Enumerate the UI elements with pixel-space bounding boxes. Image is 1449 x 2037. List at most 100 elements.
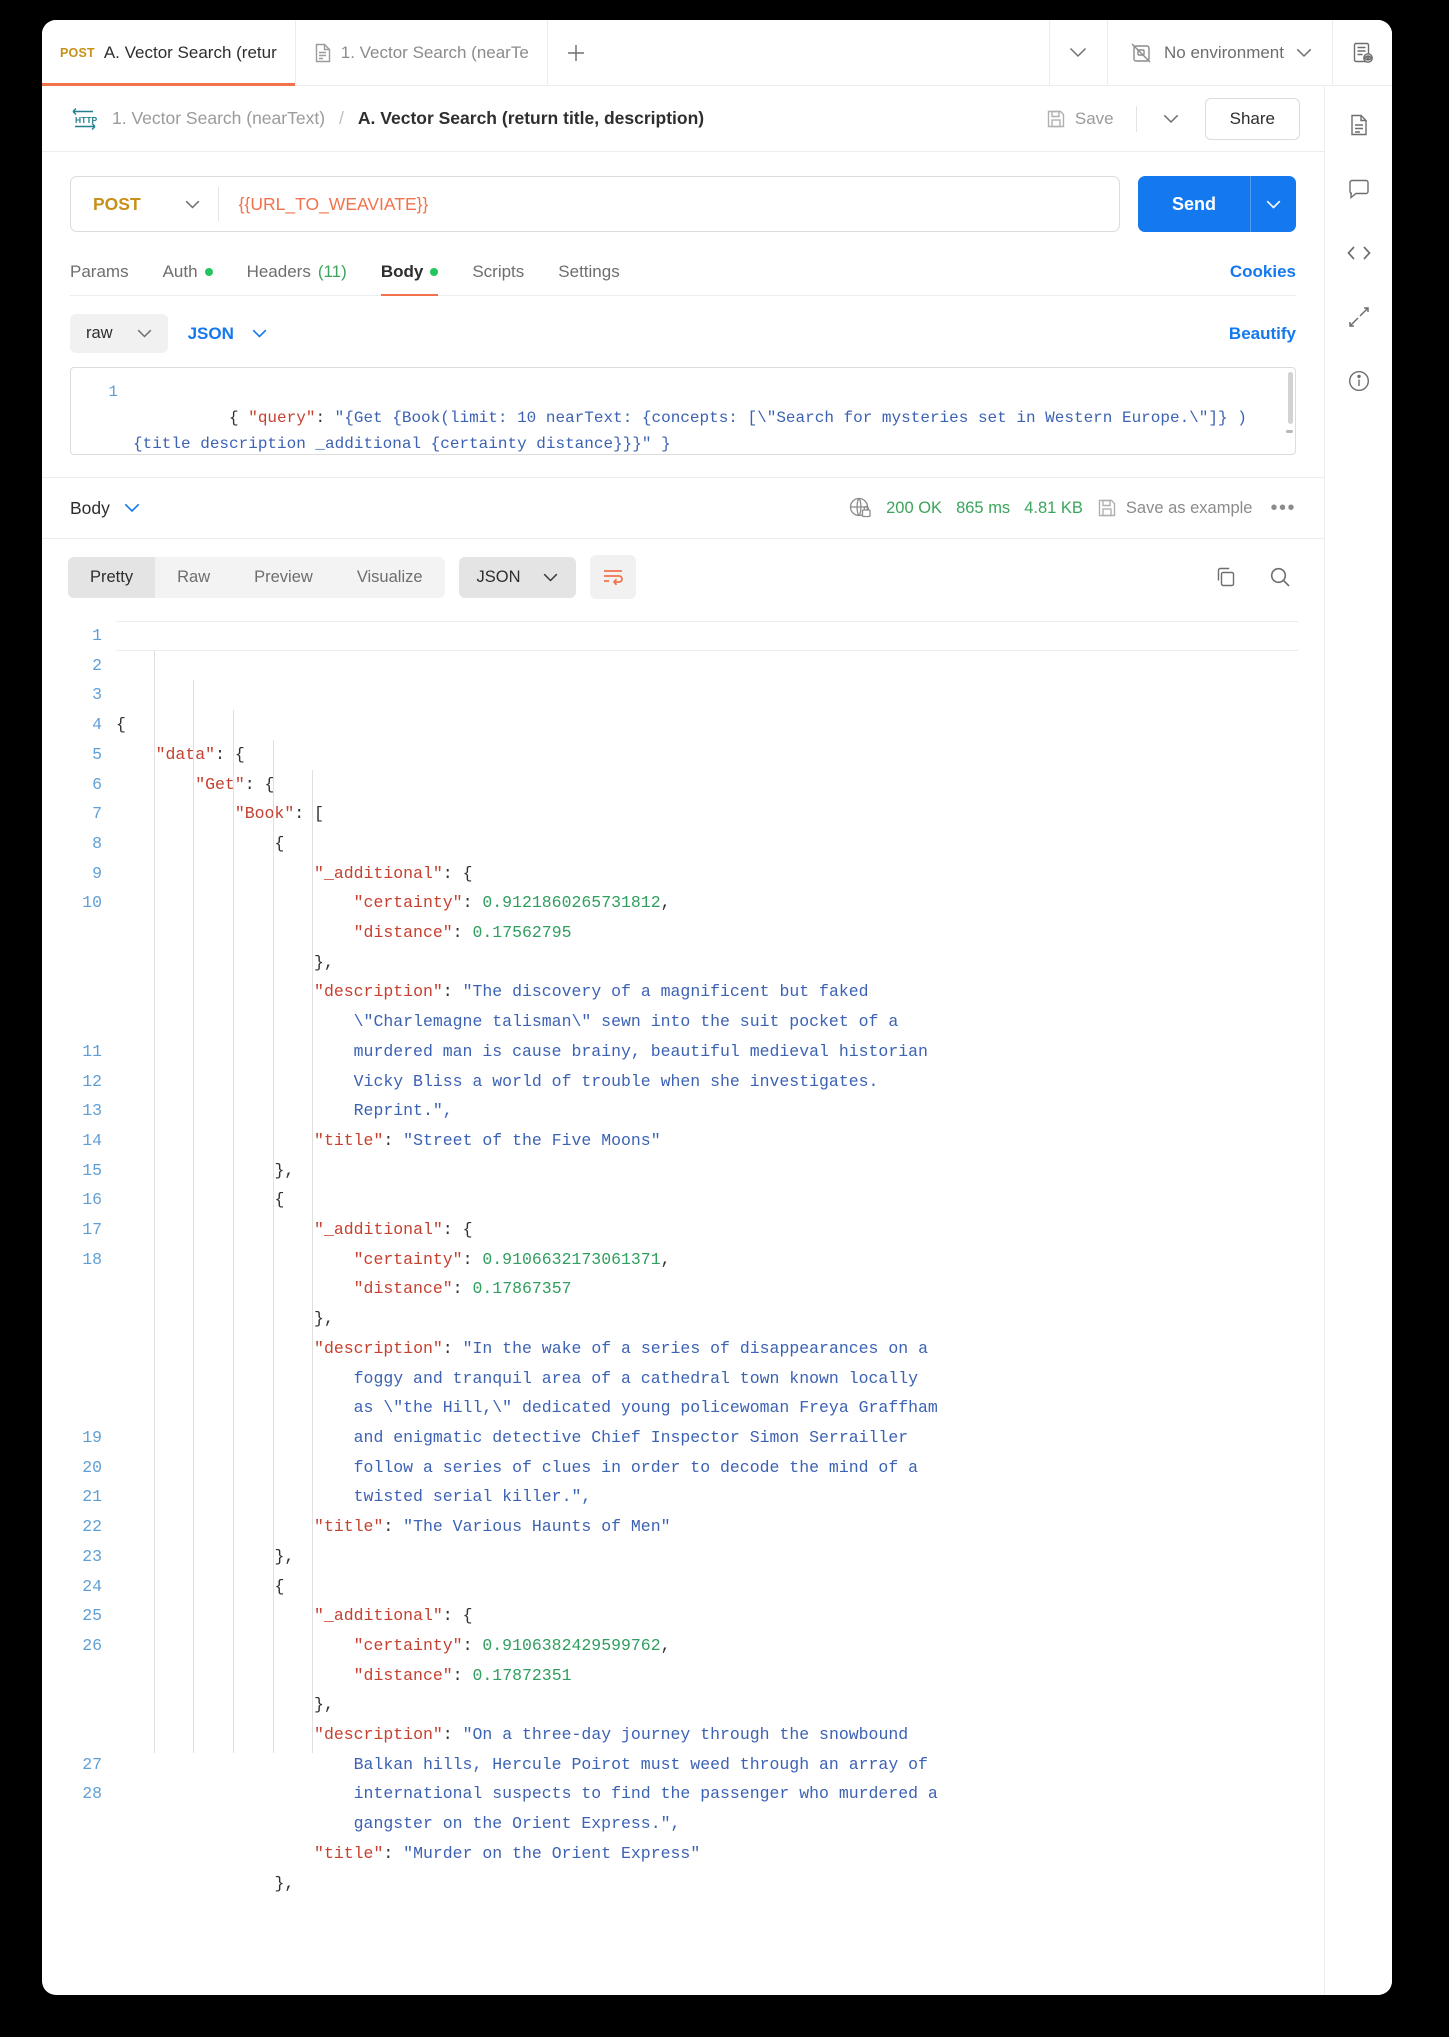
- tab-scripts[interactable]: Scripts: [455, 254, 541, 295]
- editor-vertical-scrollbar[interactable]: [1288, 372, 1293, 424]
- response-body-label: Body: [70, 497, 110, 518]
- cookies-link[interactable]: Cookies: [1230, 262, 1296, 287]
- secure-connection-icon: [848, 496, 872, 520]
- response-format-label: JSON: [476, 567, 521, 586]
- tab-params[interactable]: Params: [70, 254, 146, 295]
- breadcrumb-parent[interactable]: 1. Vector Search (nearText): [112, 108, 325, 129]
- view-tab-preview[interactable]: Preview: [232, 557, 335, 598]
- save-as-example-button[interactable]: Save as example: [1097, 498, 1252, 518]
- indent-guide: [272, 739, 274, 1753]
- response-format-caret-icon: [543, 573, 558, 582]
- response-json-viewer[interactable]: 1 2 3 4 5 6 7 8 9 10 11 12 13 14 15 16 17 18 19 20 21 22 23 2…: [42, 613, 1324, 1995]
- json-line-continuation: and enigmatic detective Chief Inspector …: [353, 1427, 909, 1447]
- send-options-caret-icon[interactable]: [1250, 176, 1296, 232]
- json-line: "_additional": {: [314, 1606, 473, 1626]
- tab-title: 1. Vector Search (nearTe: [340, 42, 529, 62]
- response-view-segment: Pretty Raw Preview Visualize: [68, 556, 445, 598]
- tab-headers[interactable]: Headers (11): [230, 254, 364, 295]
- method-label: POST: [93, 193, 141, 214]
- method-selector[interactable]: POST: [71, 177, 218, 231]
- json-line: "title": "Murder on the Orient Express": [314, 1843, 701, 1863]
- fork-icon[interactable]: [1342, 300, 1376, 334]
- tab-label: Auth: [162, 262, 198, 281]
- indent-guide: [193, 680, 195, 1753]
- json-line-continuation: murdered man is cause brainy, beautiful …: [353, 1041, 928, 1061]
- tab-label: Settings: [558, 262, 620, 281]
- json-line: "distance": 0.17872351: [353, 1665, 572, 1685]
- response-more-options-icon[interactable]: •••: [1266, 497, 1300, 520]
- comment-icon[interactable]: [1342, 172, 1376, 206]
- save-options-caret-icon[interactable]: [1151, 108, 1191, 130]
- share-button[interactable]: Share: [1204, 97, 1300, 140]
- copy-response-icon[interactable]: [1206, 557, 1246, 597]
- request-section-tabs: Params Auth Headers (11) Body Scripts Se…: [70, 254, 1296, 296]
- editor-tail: " }: [641, 435, 671, 453]
- body-mode-caret-icon: [137, 329, 152, 338]
- environment-quick-look-icon[interactable]: [1332, 20, 1392, 85]
- json-line: "certainty": 0.9106382429599762,: [353, 1635, 671, 1655]
- active-line-highlight: [116, 621, 1298, 651]
- send-button[interactable]: Send: [1138, 176, 1250, 232]
- tab-label: Params: [70, 262, 129, 281]
- new-tab-button[interactable]: [548, 20, 604, 85]
- json-line-numbers: 1 2 3 4 5 6 7 8 9 10 11 12 13 14 15 16 17 18 19 20 21 22 23 2…: [82, 626, 102, 1804]
- json-line: "description": "In the wake of a series …: [314, 1338, 928, 1358]
- tabstrip-spacer: [604, 20, 1049, 85]
- json-line: "_additional": {: [314, 1220, 473, 1240]
- headers-count: (11): [317, 262, 347, 281]
- json-line-continuation: Balkan hills, Hercule Poirot must weed t…: [353, 1754, 928, 1774]
- view-tab-visualize[interactable]: Visualize: [335, 557, 445, 598]
- response-size: 4.81 KB: [1024, 498, 1083, 517]
- tab-label: Body: [380, 262, 424, 281]
- json-line: },: [314, 952, 334, 972]
- send-group: Send: [1137, 176, 1296, 232]
- tabstrip-overflow-caret-icon[interactable]: [1048, 20, 1107, 85]
- tab-label: Headers: [246, 262, 311, 281]
- beautify-button[interactable]: Beautify: [1229, 324, 1296, 344]
- save-disk-icon: [1097, 498, 1117, 518]
- body-mode-selector[interactable]: raw: [70, 314, 168, 353]
- json-line: "title": "Street of the Five Moons": [314, 1130, 661, 1150]
- json-line: "Book": [: [234, 804, 324, 824]
- collection-doc-icon[interactable]: [1342, 108, 1376, 142]
- tab-method-label: POST: [60, 45, 95, 60]
- response-body-caret-icon[interactable]: [124, 503, 140, 513]
- search-response-icon[interactable]: [1260, 557, 1300, 597]
- json-line: "title": "The Various Haunts of Men": [314, 1517, 671, 1537]
- json-line: "certainty": 0.9121860265731812,: [353, 893, 671, 913]
- tab-body[interactable]: Body: [364, 254, 456, 296]
- tab-a-vector-search[interactable]: POST A. Vector Search (retur: [42, 20, 296, 86]
- tab-1-vector-search[interactable]: 1. Vector Search (nearTe: [296, 20, 548, 85]
- response-format-selector[interactable]: JSON: [458, 556, 576, 598]
- json-line-continuation: Reprint.",: [353, 1101, 453, 1121]
- save-label: Save: [1074, 108, 1114, 128]
- environment-selector[interactable]: No environment: [1106, 20, 1332, 85]
- json-line-continuation: Vicky Bliss a world of trouble when she …: [353, 1071, 879, 1091]
- tab-settings[interactable]: Settings: [541, 254, 636, 295]
- view-tab-raw[interactable]: Raw: [155, 557, 232, 598]
- editor-key: "query": [248, 409, 316, 427]
- request-body-editor[interactable]: 1 { "query": "{Get {Book(limit: 10 nearT…: [70, 367, 1296, 455]
- auth-status-dot: [204, 268, 213, 276]
- tab-auth[interactable]: Auth: [146, 254, 230, 295]
- view-tab-pretty[interactable]: Pretty: [68, 556, 156, 598]
- info-icon[interactable]: [1342, 364, 1376, 398]
- body-status-dot: [430, 268, 439, 276]
- code-icon[interactable]: [1342, 236, 1376, 270]
- json-content[interactable]: { "data": { "Get": { "Book": [ { "_addit…: [116, 613, 1324, 1995]
- editor-horizontal-scrollbar[interactable]: [1286, 430, 1293, 433]
- request-tab-strip: POST A. Vector Search (retur 1. Vector S…: [42, 20, 1392, 86]
- editor-content[interactable]: { "query": "{Get {Book(limit: 10 nearTex…: [129, 368, 1295, 454]
- json-line: {: [274, 833, 285, 853]
- json-line: },: [314, 1309, 334, 1329]
- body-format-selector[interactable]: JSON: [180, 318, 275, 350]
- url-input[interactable]: {{URL_TO_WEAVIATE}}: [219, 194, 1119, 215]
- body-format-label: JSON: [187, 323, 234, 343]
- wrap-lines-button[interactable]: [589, 555, 636, 599]
- response-header: Body 200 OK 865 ms 4.81 KB Save as examp…: [42, 477, 1324, 539]
- save-button[interactable]: Save: [1038, 103, 1122, 135]
- indent-guide: [312, 769, 314, 1753]
- json-line: "data": {: [155, 744, 245, 764]
- editor-colon: :: [315, 409, 335, 427]
- document-icon: [314, 43, 332, 63]
